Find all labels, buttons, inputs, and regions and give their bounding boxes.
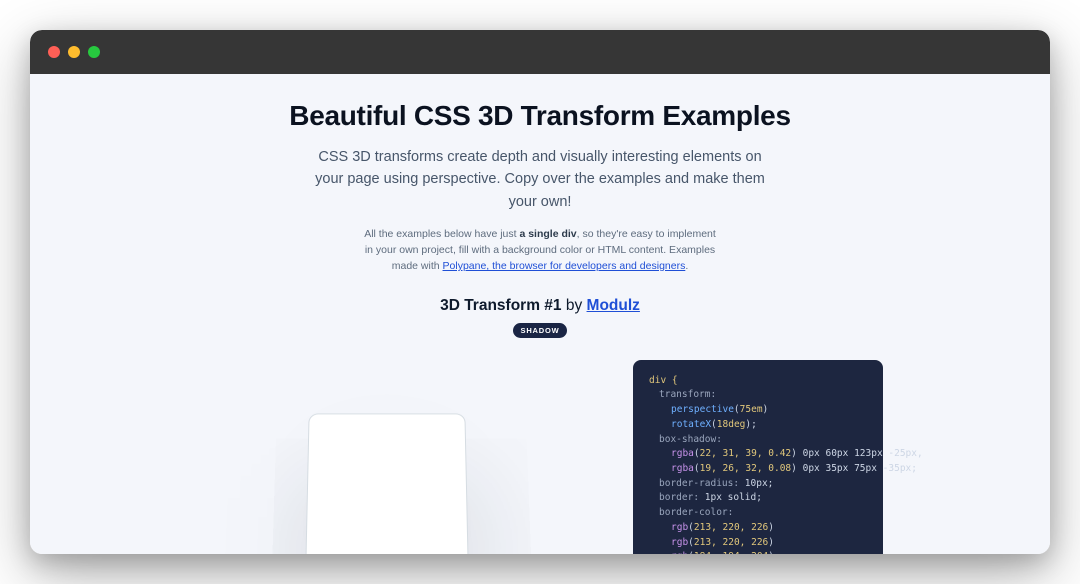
browser-window: Beautiful CSS 3D Transform Examples CSS …	[30, 30, 1050, 554]
page-lead: CSS 3D transforms create depth and visua…	[305, 146, 775, 213]
polypane-link[interactable]: Polypane, the browser for developers and…	[443, 260, 686, 272]
code-line: rotateX(18deg);	[649, 418, 867, 433]
example-title: 3D Transform #1 by Modulz	[30, 297, 1050, 315]
code-line: rgba(22, 31, 39, 0.42) 0px 60px 123px -2…	[649, 447, 867, 462]
code-line: transform:	[649, 388, 867, 403]
code-line: border-color:	[649, 506, 867, 521]
example-name: 3D Transform #1	[440, 297, 561, 314]
page-content: Beautiful CSS 3D Transform Examples CSS …	[30, 74, 1050, 554]
close-icon[interactable]	[48, 46, 60, 58]
code-line: border: 1px solid;	[649, 491, 867, 506]
page-title: Beautiful CSS 3D Transform Examples	[30, 100, 1050, 132]
code-block: div { transform: perspective(75em) rotat…	[633, 360, 883, 554]
minimize-icon[interactable]	[68, 46, 80, 58]
code-line: rgb(213, 220, 226)	[649, 521, 867, 536]
code-line: rgba(19, 26, 32, 0.08) 0px 35px 75px -35…	[649, 462, 867, 477]
code-line: perspective(75em)	[649, 403, 867, 418]
fineprint-text: .	[685, 260, 688, 272]
shadow-badge: SHADOW	[513, 323, 568, 338]
code-line: div {	[649, 374, 867, 389]
transformed-div	[305, 413, 468, 554]
code-line: box-shadow:	[649, 433, 867, 448]
maximize-icon[interactable]	[88, 46, 100, 58]
traffic-lights	[48, 46, 100, 58]
example-split: div { transform: perspective(75em) rotat…	[30, 360, 1050, 554]
badge-row: SHADOW	[30, 315, 1050, 338]
fineprint-emphasis: a single div	[519, 228, 576, 240]
code-line: border-radius: 10px;	[649, 477, 867, 492]
fineprint-text: All the examples below have just	[364, 228, 519, 240]
code-line: rgb(213, 220, 226)	[649, 536, 867, 551]
window-titlebar	[30, 30, 1050, 74]
by-label: by	[562, 297, 587, 314]
preview-pane	[197, 360, 577, 554]
page-fineprint: All the examples below have just a singl…	[360, 227, 720, 274]
code-line: rgb(184, 194, 204);	[649, 550, 867, 554]
author-link[interactable]: Modulz	[587, 297, 640, 314]
